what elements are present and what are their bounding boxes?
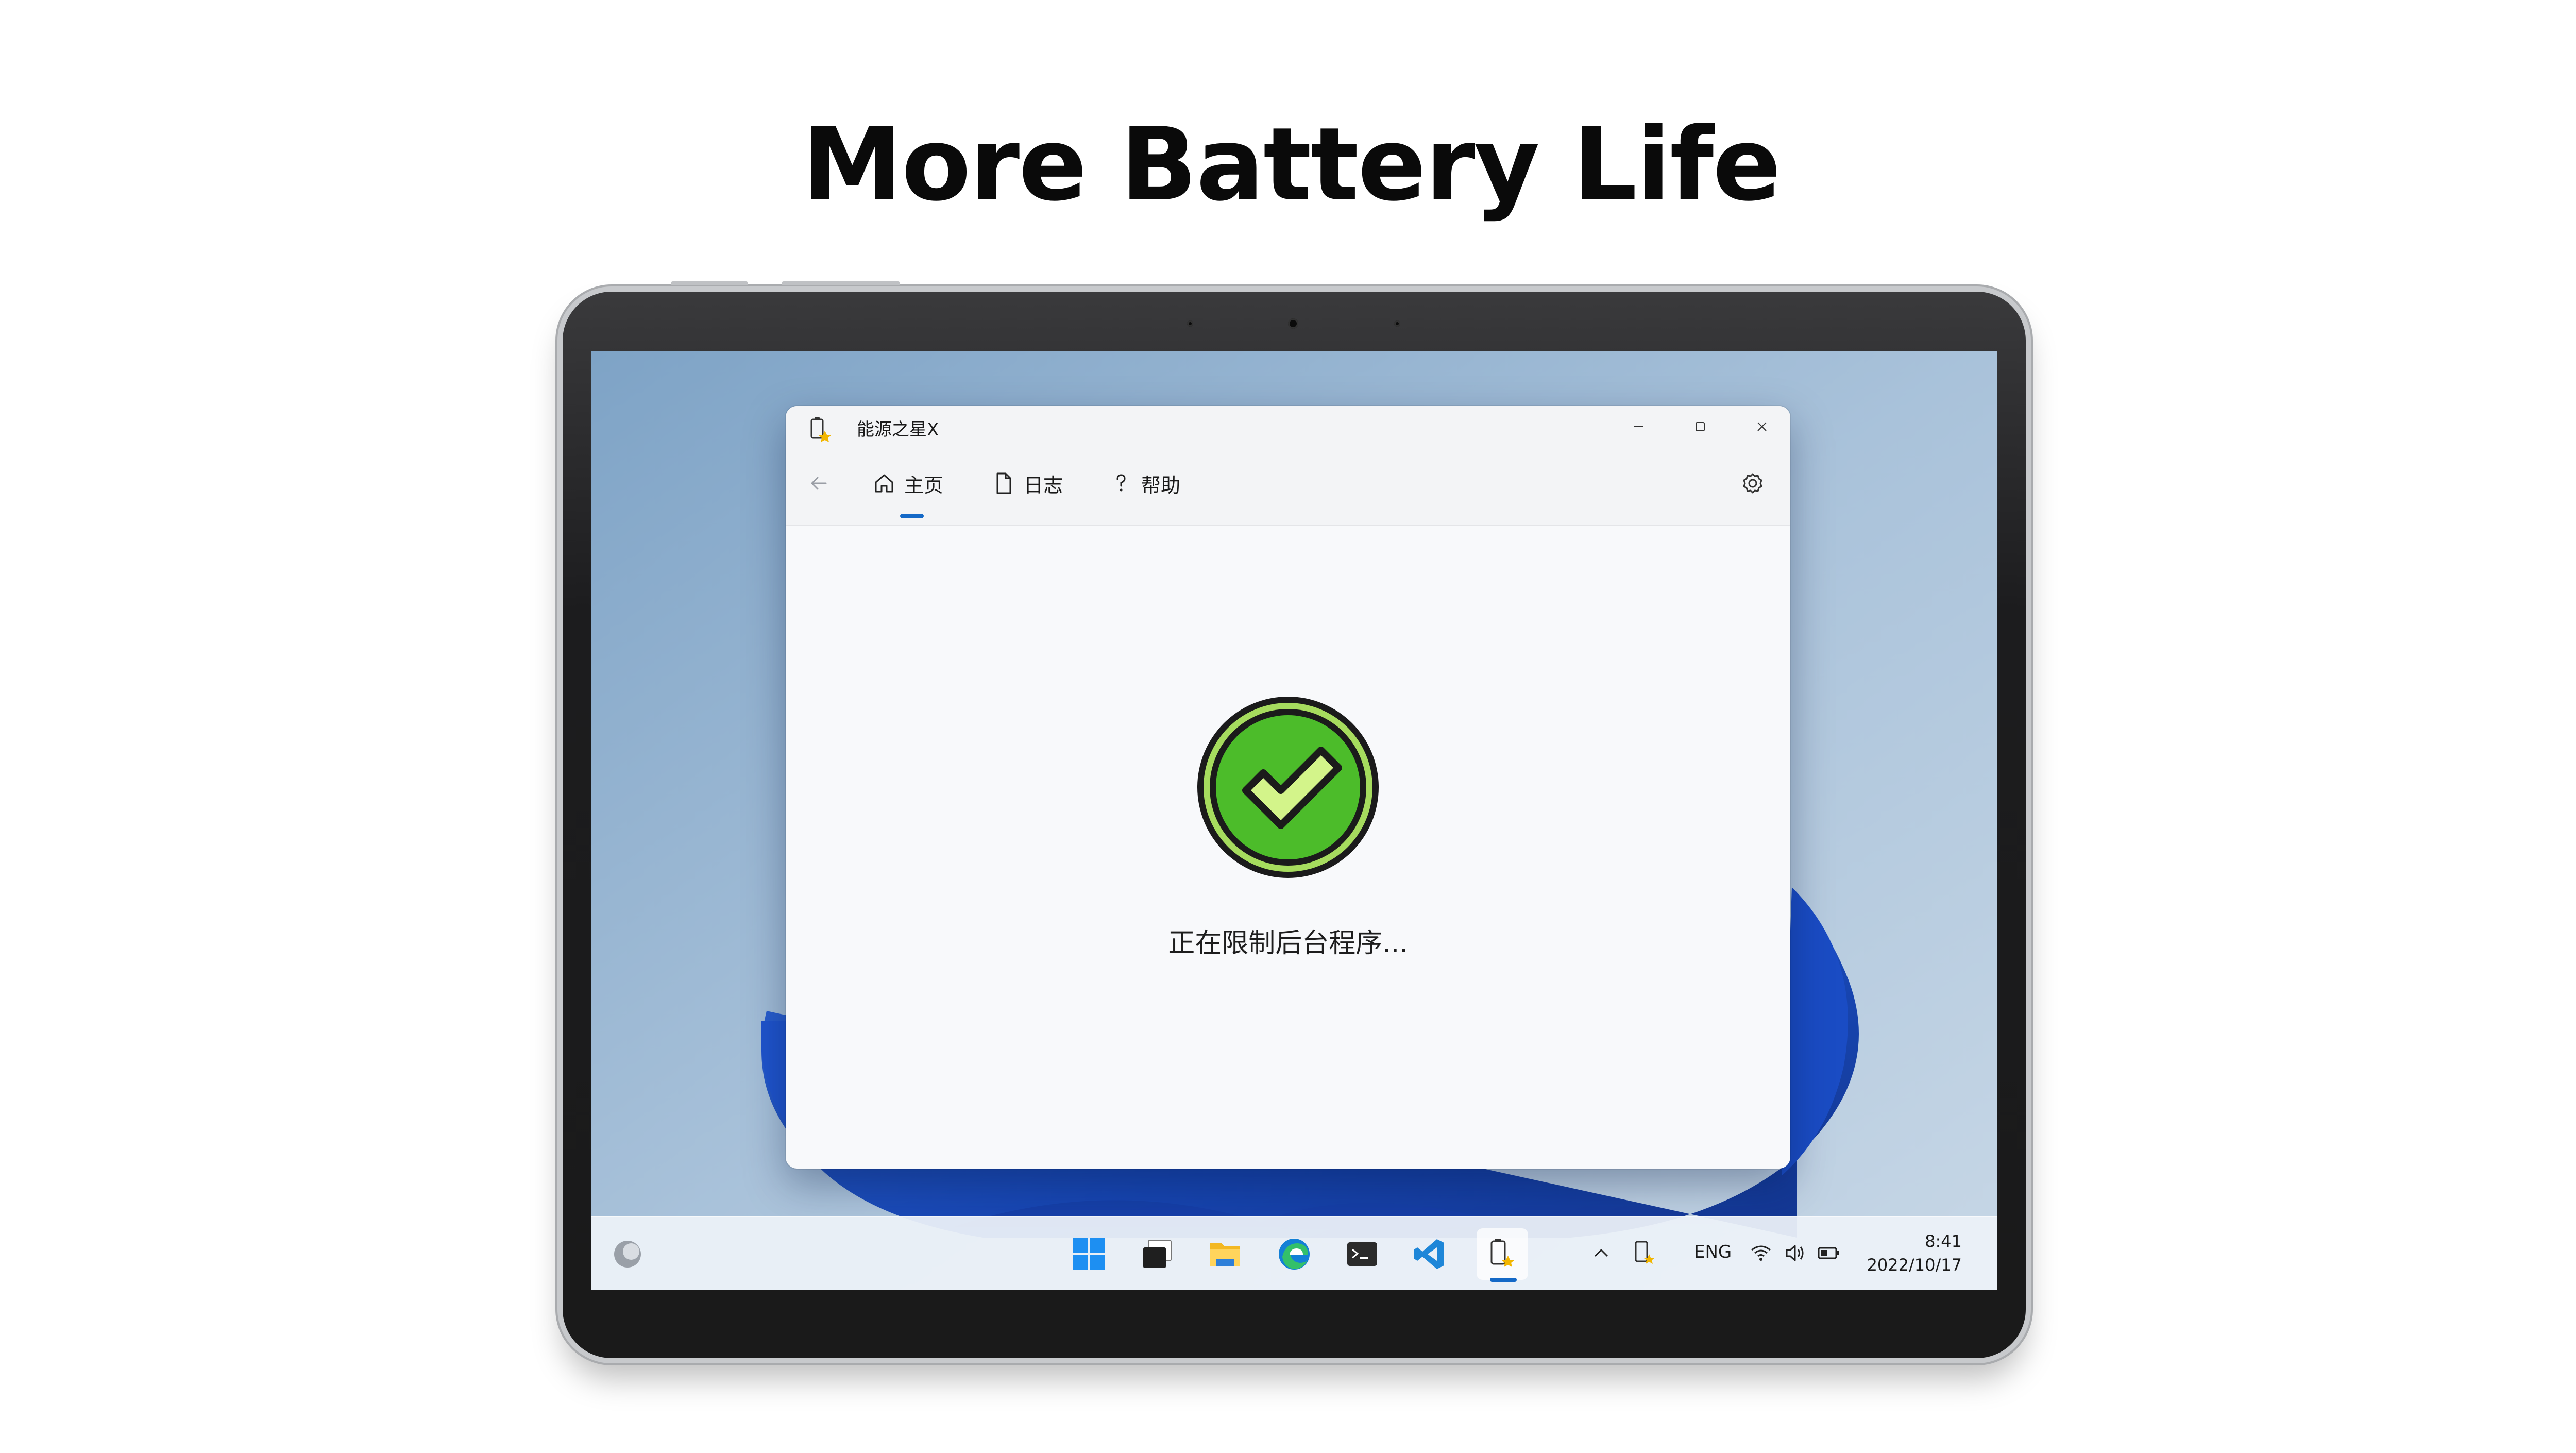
home-icon	[875, 474, 893, 493]
question-icon	[1116, 474, 1126, 492]
energy-star-app-button[interactable]	[1477, 1228, 1528, 1280]
close-icon	[1757, 422, 1767, 431]
sensor-dot	[1187, 320, 1193, 327]
terminal-button[interactable]	[1336, 1228, 1388, 1280]
vscode-icon	[1414, 1239, 1444, 1269]
battery-star-icon	[810, 417, 831, 442]
minimize-icon	[1634, 426, 1643, 427]
clock-date: 2022/10/17	[1867, 1255, 1962, 1275]
settings-button[interactable]	[1740, 468, 1766, 499]
clock[interactable]: 8:41 2022/10/17	[1838, 1229, 1962, 1277]
nav-help[interactable]: 帮助	[1108, 468, 1180, 499]
speaker-icon	[1786, 1245, 1804, 1261]
back-arrow-icon	[811, 477, 827, 490]
tray-energy-star-icon[interactable]	[1627, 1238, 1663, 1269]
widgets-button[interactable]	[602, 1228, 653, 1280]
document-icon	[996, 472, 1011, 494]
task-view-icon	[1143, 1240, 1172, 1268]
volume-status[interactable]	[1780, 1238, 1810, 1269]
active-app-indicator	[1490, 1278, 1517, 1282]
back-button[interactable]	[806, 468, 831, 499]
battery-star-icon	[1490, 1239, 1514, 1267]
chevron-up-icon	[1594, 1248, 1608, 1257]
title-bar[interactable]: 能源之星X	[786, 406, 1790, 452]
sensor-dot	[1394, 320, 1400, 327]
weather-icon	[614, 1241, 641, 1268]
app-window: 能源之星X 主页 日志 帮助 正在限制后台程序...	[786, 406, 1790, 1169]
app-title: 能源之星X	[857, 419, 939, 440]
terminal-icon	[1347, 1242, 1377, 1266]
wifi-icon	[1751, 1245, 1771, 1261]
camera-lens	[1288, 318, 1298, 329]
navigation-bar: 主页 日志 帮助	[786, 452, 1790, 526]
maximize-button[interactable]	[1677, 411, 1723, 442]
vscode-button[interactable]	[1404, 1228, 1456, 1280]
battery-star-icon	[1635, 1241, 1654, 1264]
file-explorer-button[interactable]	[1199, 1228, 1251, 1280]
nav-selection-indicator	[900, 514, 924, 518]
wifi-status[interactable]	[1745, 1238, 1776, 1269]
windows-logo-icon	[1073, 1238, 1105, 1270]
task-view-button[interactable]	[1131, 1228, 1183, 1280]
folder-icon	[1210, 1243, 1240, 1266]
nav-log[interactable]: 日志	[991, 468, 1063, 499]
maximize-icon	[1696, 422, 1705, 431]
device-button	[782, 281, 900, 285]
headline: More Battery Life	[802, 106, 1781, 224]
show-hidden-icons-button[interactable]	[1586, 1238, 1617, 1269]
nav-home[interactable]: 主页	[871, 468, 943, 499]
nav-log-label: 日志	[1024, 474, 1063, 497]
close-button[interactable]	[1739, 411, 1785, 442]
device-button	[671, 281, 748, 285]
status-message: 正在限制后台程序...	[1168, 928, 1408, 959]
minimize-button[interactable]	[1615, 411, 1662, 442]
start-button[interactable]	[1063, 1228, 1114, 1280]
language-indicator[interactable]: ENG	[1694, 1242, 1732, 1262]
edge-browser-button[interactable]	[1268, 1228, 1320, 1280]
tablet-device: 能源之星X 主页 日志 帮助 正在限制后台程序... ENG 8:41 2022…	[563, 281, 2026, 1358]
nav-help-label: 帮助	[1141, 474, 1181, 497]
check-circle-icon	[1197, 697, 1379, 878]
clock-time: 8:41	[1925, 1231, 1962, 1251]
nav-home-label: 主页	[904, 474, 944, 497]
screen: 能源之星X 主页 日志 帮助 正在限制后台程序... ENG 8:41 2022…	[591, 351, 1997, 1290]
taskbar: ENG 8:41 2022/10/17	[591, 1216, 1997, 1290]
battery-icon	[1818, 1247, 1839, 1259]
gear-icon	[1743, 473, 1762, 494]
edge-browser-icon	[1279, 1239, 1310, 1270]
